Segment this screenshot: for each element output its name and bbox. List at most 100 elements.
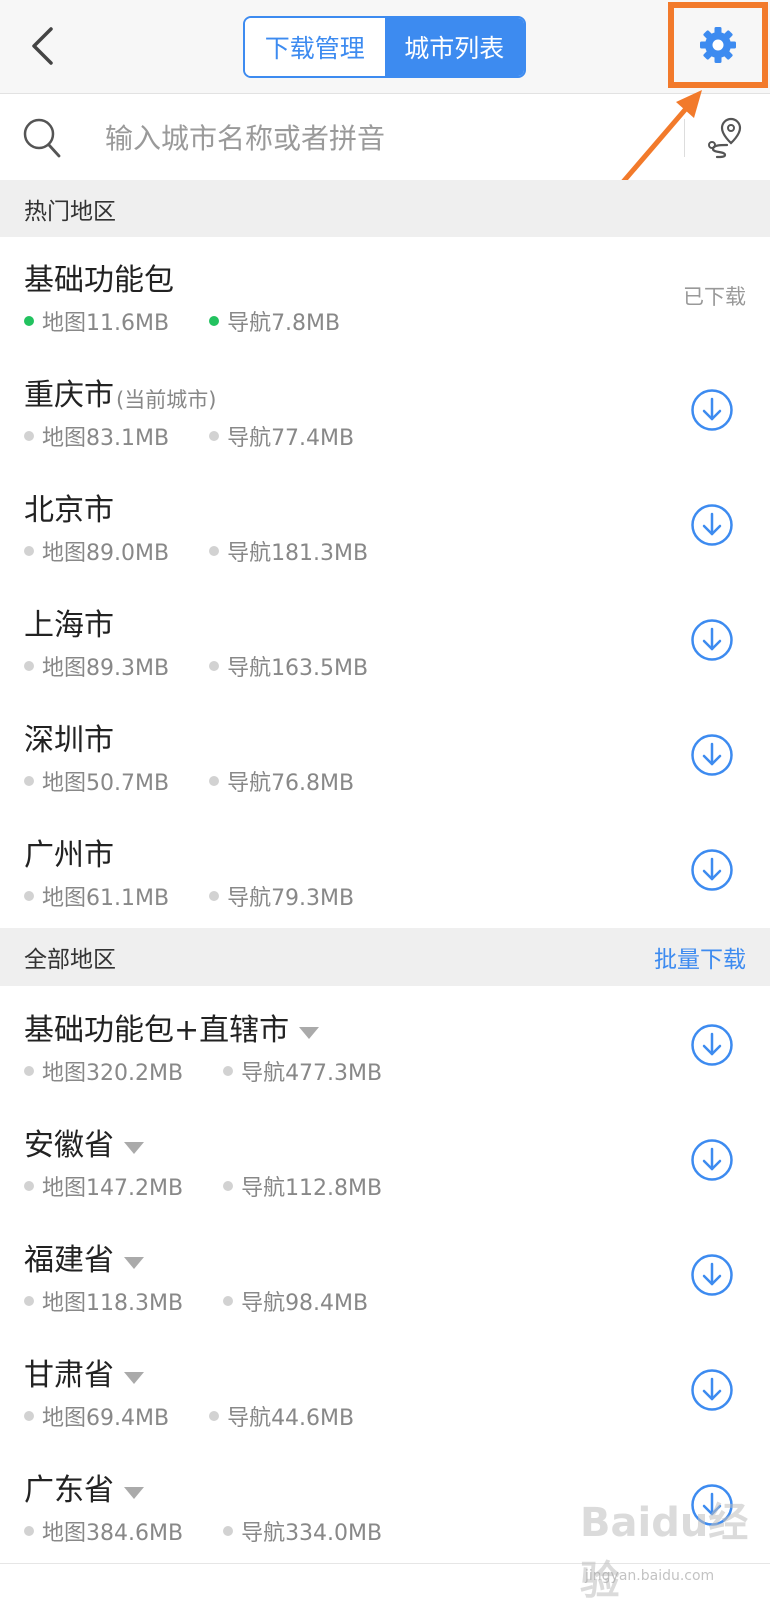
- status-dot: [209, 661, 220, 671]
- download-icon[interactable]: [690, 618, 734, 662]
- status-dot: [24, 1181, 34, 1191]
- region-name: 上海市: [24, 600, 114, 644]
- size-info: 地图69.4MB 导航44.6MB: [24, 1400, 394, 1432]
- region-title: 上海市: [24, 608, 114, 643]
- status-dot: [209, 1411, 220, 1421]
- region-name: 基础功能包+直辖市: [24, 1005, 320, 1049]
- route-pin-icon[interactable]: [703, 115, 747, 159]
- status-dot: [24, 546, 34, 556]
- gear-icon: [700, 27, 736, 63]
- chevron-left-icon: [32, 27, 53, 65]
- region-title: 深圳市: [24, 723, 114, 758]
- region-title: 基础功能包: [24, 263, 174, 298]
- region-title: 甘肃省: [24, 1358, 114, 1393]
- download-icon[interactable]: [690, 1253, 734, 1297]
- map-size: 地图118.3MB: [24, 1285, 183, 1317]
- tab-download-manager[interactable]: 下载管理: [245, 18, 385, 76]
- nav-size: 导航112.8MB: [223, 1170, 382, 1202]
- list-item[interactable]: 北京市地图89.0MB 导航181.3MB: [0, 467, 770, 584]
- region-name: 基础功能包: [24, 255, 174, 299]
- downloaded-status: 已下载: [683, 285, 746, 309]
- status-dot: [223, 1296, 234, 1306]
- nav-size: 导航44.6MB: [209, 1400, 354, 1432]
- download-icon[interactable]: [690, 503, 734, 547]
- download-icon[interactable]: [690, 1138, 734, 1182]
- search-divider: [684, 119, 685, 157]
- region-name: 福建省: [24, 1235, 144, 1279]
- expand-caret-icon[interactable]: [299, 1027, 320, 1039]
- size-info: 地图89.0MB 导航181.3MB: [24, 535, 408, 567]
- nav-size: 导航163.5MB: [209, 650, 368, 682]
- map-size: 地图69.4MB: [24, 1400, 169, 1432]
- map-size: 地图320.2MB: [24, 1055, 183, 1087]
- map-size: 地图147.2MB: [24, 1170, 183, 1202]
- region-title: 北京市: [24, 493, 114, 528]
- download-icon[interactable]: [690, 1368, 734, 1412]
- nav-size: 导航477.3MB: [223, 1055, 382, 1087]
- map-size: 地图11.6MB: [24, 305, 169, 337]
- list-item[interactable]: 甘肃省地图69.4MB 导航44.6MB: [0, 1332, 770, 1449]
- status-dot: [223, 1181, 234, 1191]
- search-bar: [0, 95, 770, 181]
- region-name: 重庆市 (当前城市): [24, 370, 216, 414]
- expand-caret-icon[interactable]: [124, 1257, 144, 1269]
- section-header-all: 全部地区 批量下载: [0, 928, 770, 986]
- region-name: 安徽省: [24, 1120, 144, 1164]
- status-dot: [24, 661, 34, 671]
- expand-caret-icon[interactable]: [124, 1487, 144, 1499]
- map-size: 地图50.7MB: [24, 765, 169, 797]
- size-info: 地图320.2MB 导航477.3MB: [24, 1055, 422, 1087]
- download-icon[interactable]: [690, 388, 734, 432]
- map-size: 地图89.3MB: [24, 650, 169, 682]
- watermark-url: jingyan.baidu.com: [585, 1568, 715, 1584]
- region-title: 安徽省: [24, 1128, 114, 1163]
- status-dot: [24, 891, 34, 901]
- list-item[interactable]: 上海市地图89.3MB 导航163.5MB: [0, 582, 770, 699]
- size-info: 地图89.3MB 导航163.5MB: [24, 650, 408, 682]
- expand-caret-icon[interactable]: [124, 1372, 144, 1384]
- status-dot: [24, 1296, 34, 1306]
- section-title: 全部地区: [24, 947, 116, 973]
- batch-download-button[interactable]: 批量下载: [654, 940, 746, 974]
- status-dot: [223, 1066, 234, 1076]
- status-dot: [223, 1526, 234, 1536]
- current-city-note: (当前城市): [116, 388, 217, 412]
- region-title: 福建省: [24, 1243, 114, 1278]
- size-info: 地图83.1MB 导航77.4MB: [24, 420, 394, 452]
- back-button[interactable]: [22, 22, 62, 70]
- nav-size: 导航98.4MB: [223, 1285, 368, 1317]
- region-title: 广东省: [24, 1473, 114, 1508]
- region-name: 北京市: [24, 485, 114, 529]
- top-bar: 下载管理 城市列表: [0, 0, 770, 94]
- search-icon: [23, 118, 61, 158]
- size-info: 地图11.6MB 导航7.8MB: [24, 305, 380, 337]
- download-icon[interactable]: [690, 848, 734, 892]
- download-icon[interactable]: [690, 733, 734, 777]
- region-title: 基础功能包+直辖市: [24, 1013, 290, 1048]
- expand-caret-icon[interactable]: [124, 1142, 144, 1154]
- tab-city-list[interactable]: 城市列表: [384, 18, 524, 76]
- search-input[interactable]: [105, 115, 665, 161]
- status-dot: [24, 1526, 34, 1536]
- map-size: 地图83.1MB: [24, 420, 169, 452]
- settings-button[interactable]: [668, 2, 768, 88]
- status-dot: [24, 1411, 34, 1421]
- list-item[interactable]: 基础功能包地图11.6MB 导航7.8MB 已下载: [0, 237, 770, 354]
- region-name: 深圳市: [24, 715, 114, 759]
- nav-size: 导航77.4MB: [209, 420, 354, 452]
- status-dot: [24, 1066, 34, 1076]
- list-item[interactable]: 基础功能包+直辖市 地图320.2MB 导航477.3MB: [0, 987, 770, 1104]
- status-dot: [209, 546, 220, 556]
- list-item[interactable]: 深圳市地图50.7MB 导航76.8MB: [0, 697, 770, 814]
- nav-size: 导航76.8MB: [209, 765, 354, 797]
- status-dot: [209, 891, 220, 901]
- list-item[interactable]: 重庆市 (当前城市) 地图83.1MB 导航77.4MB: [0, 352, 770, 469]
- list-item[interactable]: 福建省地图118.3MB 导航98.4MB: [0, 1217, 770, 1334]
- list-item[interactable]: 安徽省地图147.2MB 导航112.8MB: [0, 1102, 770, 1219]
- section-header-hot: 热门地区: [0, 180, 770, 238]
- status-dot: [209, 776, 220, 786]
- download-icon[interactable]: [690, 1023, 734, 1067]
- region-name: 甘肃省: [24, 1350, 144, 1394]
- list-item[interactable]: 广州市 地图61.1MB 导航79.3MB: [0, 812, 770, 929]
- size-info: 地图61.1MB 导航79.3MB: [24, 880, 394, 912]
